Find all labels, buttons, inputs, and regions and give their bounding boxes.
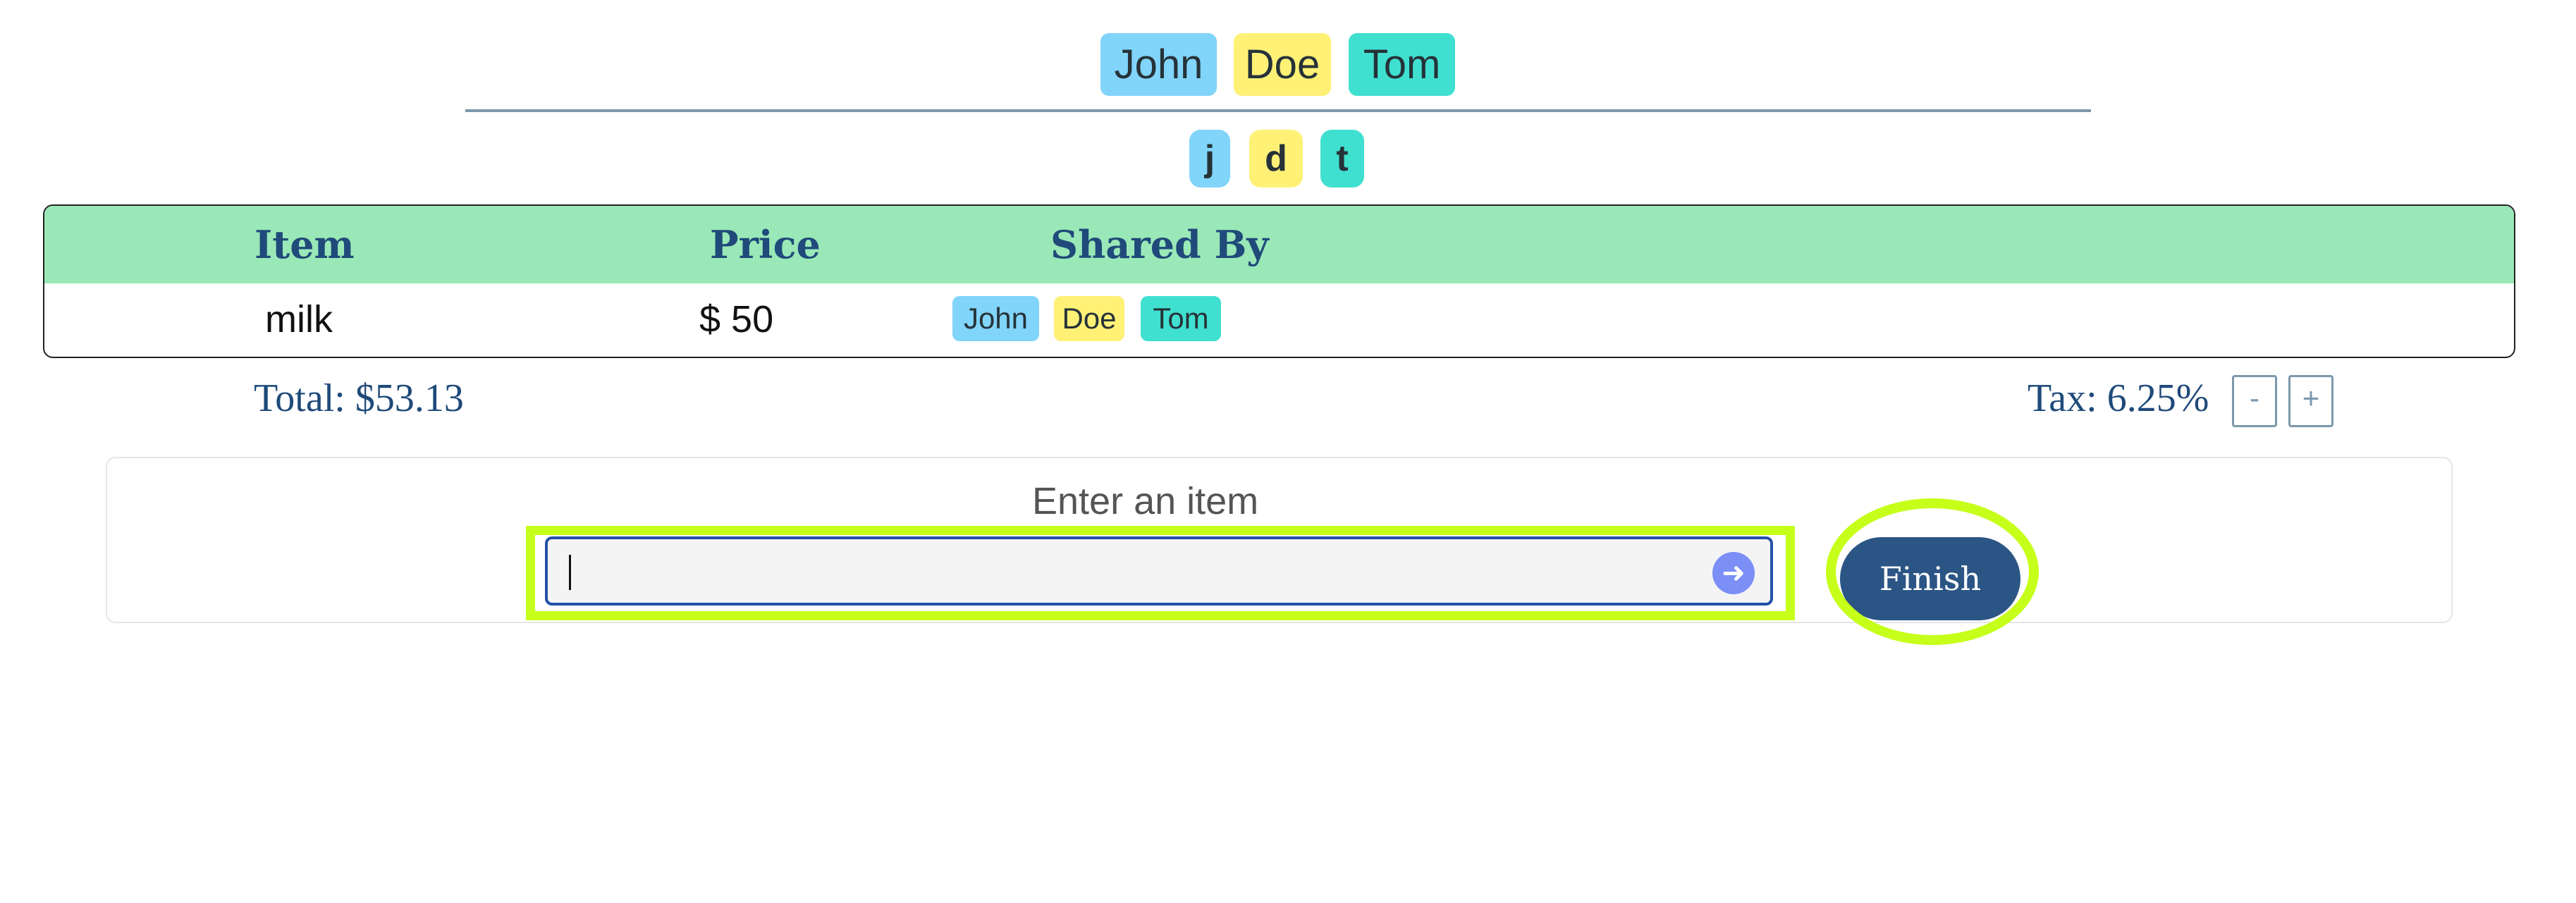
total-amount: Total: $53.13	[254, 376, 464, 420]
person-chip-john[interactable]: John	[1100, 33, 1217, 96]
initial-chip-t[interactable]: t	[1320, 130, 1364, 188]
column-header-shared-by: Shared By	[1050, 222, 1269, 267]
column-header-item: Item	[254, 222, 355, 267]
person-chip-doe[interactable]: Doe	[1234, 33, 1331, 96]
items-table: Item Price Shared By milk $ 50 John Doe …	[43, 204, 2515, 358]
shared-chip-tom[interactable]: Tom	[1141, 296, 1221, 341]
arrow-right-icon[interactable]: ➜	[1712, 552, 1755, 594]
column-header-price: Price	[710, 222, 821, 267]
initial-chip-d[interactable]: d	[1249, 130, 1303, 188]
finish-highlight	[1826, 498, 2039, 645]
text-caret	[569, 555, 571, 590]
item-price: $ 50	[699, 298, 774, 340]
table-header: Item Price Shared By	[44, 206, 2514, 283]
tax-increase-button[interactable]: +	[2288, 375, 2333, 427]
shared-chip-john[interactable]: John	[952, 296, 1039, 341]
person-chip-tom[interactable]: Tom	[1349, 33, 1455, 96]
item-entry-prompt: Enter an item	[1032, 480, 1259, 522]
shared-chip-doe[interactable]: Doe	[1054, 296, 1124, 341]
tax-decrease-button[interactable]: -	[2232, 375, 2277, 427]
item-input[interactable]: ➜	[545, 536, 1773, 606]
tax-rate: Tax: 6.25%	[2028, 376, 2209, 420]
divider	[465, 109, 2091, 112]
initial-chip-j[interactable]: j	[1189, 130, 1230, 188]
item-name: milk	[265, 298, 333, 340]
